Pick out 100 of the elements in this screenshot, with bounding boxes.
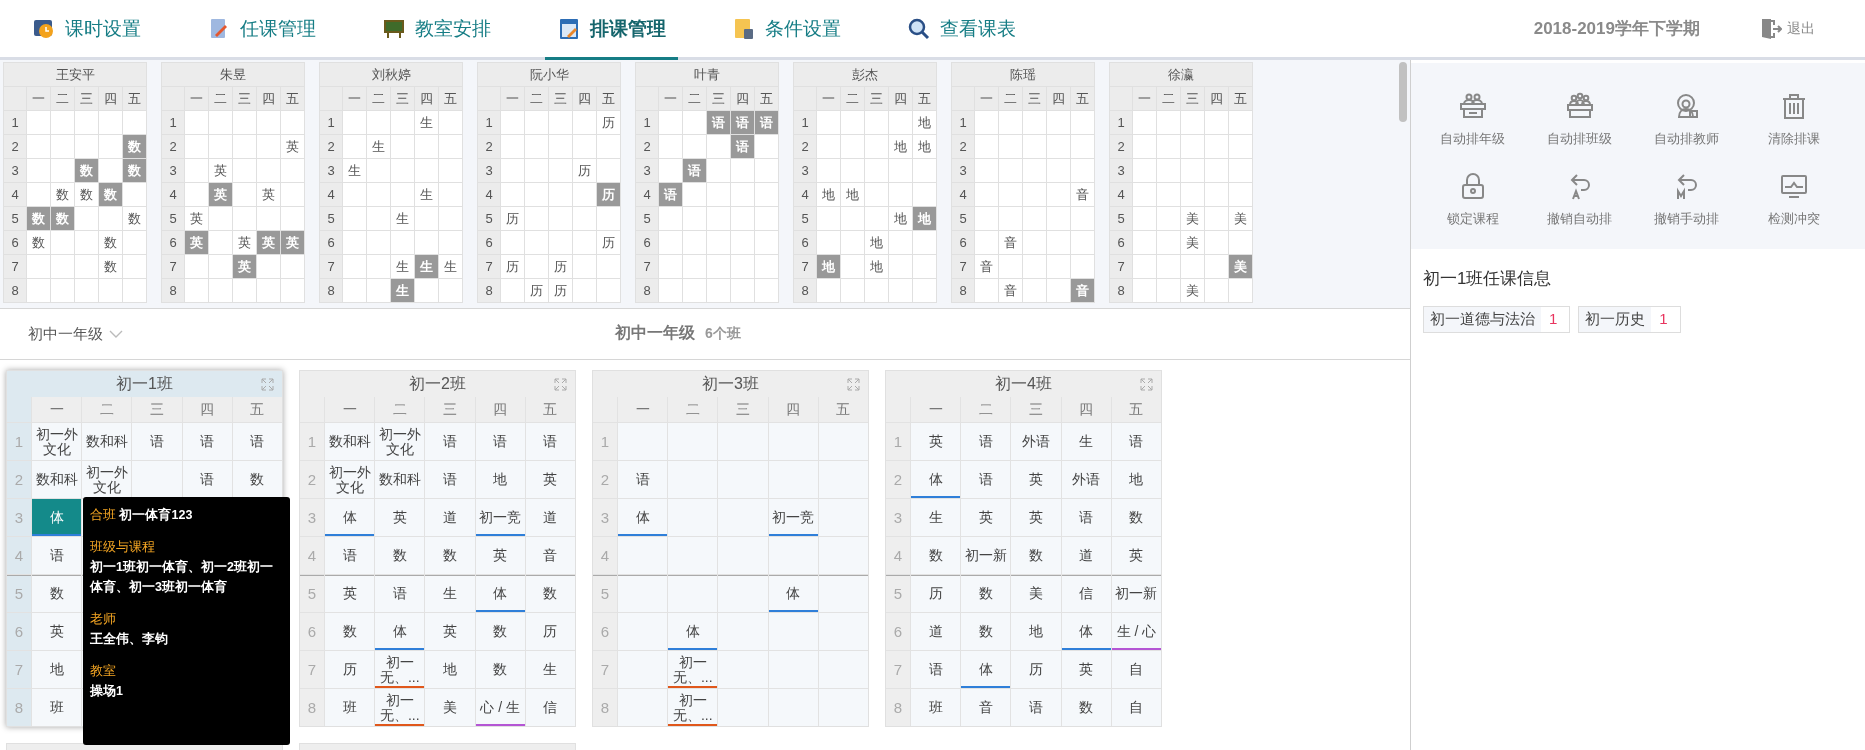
lesson-cell[interactable]: 道 bbox=[525, 499, 575, 536]
lesson-cell[interactable]: 英 bbox=[1061, 651, 1111, 688]
lesson-cell[interactable]: 语 bbox=[961, 461, 1011, 498]
lesson-cell[interactable]: 历 bbox=[325, 651, 375, 688]
lesson-cell[interactable]: 外语 bbox=[1011, 423, 1061, 460]
lesson-cell[interactable]: 初一无、... bbox=[375, 689, 425, 726]
lesson-cell[interactable]: 音 bbox=[961, 689, 1011, 726]
lesson-cell[interactable]: 音 bbox=[525, 537, 575, 574]
lesson-cell[interactable]: 语 bbox=[182, 423, 232, 460]
lesson-cell[interactable]: 初一外文化 bbox=[375, 423, 425, 460]
lesson-cell[interactable]: 地 bbox=[1011, 613, 1061, 650]
tool-button[interactable]: 自动排教师 bbox=[1633, 91, 1740, 149]
lesson-cell[interactable]: 英 bbox=[1011, 461, 1061, 498]
lesson-cell[interactable]: 数 bbox=[32, 575, 82, 612]
lesson-cell[interactable]: 自 bbox=[1111, 651, 1161, 688]
lesson-cell[interactable]: 语 bbox=[325, 537, 375, 574]
tool-button[interactable]: 撤销自动排 bbox=[1526, 171, 1633, 229]
lesson-cell[interactable]: 生 bbox=[911, 499, 961, 536]
lesson-cell[interactable]: 美 bbox=[425, 689, 475, 726]
lesson-cell[interactable]: 初一外文化 bbox=[82, 461, 132, 498]
lesson-cell[interactable]: 语 bbox=[32, 537, 82, 574]
lesson-cell[interactable]: 体 bbox=[618, 499, 668, 536]
lesson-cell[interactable]: 数和科 bbox=[82, 423, 132, 460]
lesson-cell[interactable]: 数 bbox=[475, 613, 525, 650]
lesson-cell[interactable]: 生 / 心 bbox=[1111, 613, 1161, 650]
lesson-cell[interactable]: 体 bbox=[1061, 613, 1111, 650]
expand-icon[interactable] bbox=[1140, 378, 1153, 391]
expand-icon[interactable] bbox=[261, 378, 274, 391]
lesson-cell[interactable]: 体 bbox=[475, 575, 525, 612]
lesson-cell[interactable]: 英 bbox=[1111, 537, 1161, 574]
lesson-cell[interactable]: 英 bbox=[911, 423, 961, 460]
lesson-cell[interactable]: 地 bbox=[475, 461, 525, 498]
lesson-cell[interactable]: 数 bbox=[961, 575, 1011, 612]
expand-icon[interactable] bbox=[847, 378, 860, 391]
lesson-cell[interactable]: 信 bbox=[1061, 575, 1111, 612]
lesson-cell[interactable]: 语 bbox=[232, 423, 282, 460]
lesson-cell[interactable]: 初一无、... bbox=[668, 689, 718, 726]
lesson-cell[interactable]: 体 bbox=[768, 575, 818, 612]
lesson-cell[interactable]: 初一新 bbox=[961, 537, 1011, 574]
lesson-cell[interactable]: 数 bbox=[525, 575, 575, 612]
lesson-cell[interactable]: 体 bbox=[911, 461, 961, 498]
lesson-cell[interactable]: 语 bbox=[425, 461, 475, 498]
lesson-cell[interactable]: 英 bbox=[32, 613, 82, 650]
lesson-cell[interactable]: 道 bbox=[1061, 537, 1111, 574]
lesson-cell[interactable]: 体 bbox=[668, 613, 718, 650]
lesson-cell[interactable]: 历 bbox=[911, 575, 961, 612]
lesson-cell[interactable]: 道 bbox=[911, 613, 961, 650]
lesson-cell[interactable]: 地 bbox=[1111, 461, 1161, 498]
lesson-cell[interactable]: 数 bbox=[475, 651, 525, 688]
lesson-cell[interactable]: 体 bbox=[961, 651, 1011, 688]
expand-icon[interactable] bbox=[554, 378, 567, 391]
grade-dropdown[interactable]: 初中一年级 bbox=[28, 324, 123, 344]
lesson-cell[interactable]: 美 bbox=[1011, 575, 1061, 612]
lesson-cell[interactable]: 语 bbox=[618, 461, 668, 498]
nav-tab[interactable]: 课时设置 bbox=[20, 0, 153, 60]
nav-tab[interactable]: 任课管理 bbox=[195, 0, 328, 60]
lesson-cell[interactable]: 语 bbox=[375, 575, 425, 612]
tool-button[interactable]: 自动排年级 bbox=[1419, 91, 1526, 149]
lesson-cell[interactable]: 数 bbox=[375, 537, 425, 574]
tool-button[interactable]: 检测冲突 bbox=[1740, 171, 1847, 229]
nav-tab[interactable]: 查看课表 bbox=[895, 0, 1028, 60]
lesson-cell[interactable]: 数和科 bbox=[375, 461, 425, 498]
lesson-cell[interactable]: 数 bbox=[911, 537, 961, 574]
lesson-cell[interactable]: 数 bbox=[1111, 499, 1161, 536]
lesson-cell[interactable]: 语 bbox=[911, 651, 961, 688]
lesson-cell[interactable]: 数 bbox=[325, 613, 375, 650]
lesson-cell[interactable]: 语 bbox=[1061, 499, 1111, 536]
lesson-cell[interactable]: 班 bbox=[32, 689, 82, 726]
tool-button[interactable]: 清除排课 bbox=[1740, 91, 1847, 149]
nav-tab[interactable]: 教室安排 bbox=[370, 0, 503, 60]
lesson-cell[interactable]: 数 bbox=[961, 613, 1011, 650]
lesson-cell[interactable]: 语 bbox=[182, 461, 232, 498]
lesson-cell[interactable]: 体 bbox=[325, 499, 375, 536]
lesson-cell[interactable]: 英 bbox=[425, 613, 475, 650]
lesson-cell[interactable]: 语 bbox=[475, 423, 525, 460]
lesson-cell[interactable]: 初一外文化 bbox=[32, 423, 82, 460]
lesson-cell[interactable]: 初一新 bbox=[1111, 575, 1161, 612]
lesson-cell[interactable]: 数 bbox=[1061, 689, 1111, 726]
logout-button[interactable]: 退出 bbox=[1752, 15, 1821, 42]
lesson-cell[interactable]: 地 bbox=[425, 651, 475, 688]
tool-button[interactable]: 锁定课程 bbox=[1419, 171, 1526, 229]
lesson-cell[interactable]: 英 bbox=[375, 499, 425, 536]
lesson-cell[interactable]: 语 bbox=[132, 423, 182, 460]
lesson-cell[interactable]: 道 bbox=[425, 499, 475, 536]
lesson-cell[interactable]: 外语 bbox=[1061, 461, 1111, 498]
lesson-cell[interactable]: 初一无、... bbox=[375, 651, 425, 688]
nav-tab[interactable]: 条件设置 bbox=[720, 0, 853, 60]
lesson-cell[interactable]: 数和科 bbox=[325, 423, 375, 460]
lesson-cell[interactable]: 数和科 bbox=[32, 461, 82, 498]
lesson-cell[interactable]: 数 bbox=[425, 537, 475, 574]
lesson-cell[interactable]: 数 bbox=[1011, 537, 1061, 574]
lesson-cell[interactable]: 初一外文化 bbox=[325, 461, 375, 498]
lesson-cell[interactable]: 英 bbox=[961, 499, 1011, 536]
lesson-cell[interactable]: 体 bbox=[375, 613, 425, 650]
lesson-cell[interactable]: 地 bbox=[32, 651, 82, 688]
lesson-cell[interactable]: 心 / 生 bbox=[475, 689, 525, 726]
lesson-cell[interactable]: 语 bbox=[425, 423, 475, 460]
lesson-cell[interactable]: 英 bbox=[325, 575, 375, 612]
lesson-cell[interactable]: 生 bbox=[525, 651, 575, 688]
lesson-cell[interactable]: 班 bbox=[325, 689, 375, 726]
